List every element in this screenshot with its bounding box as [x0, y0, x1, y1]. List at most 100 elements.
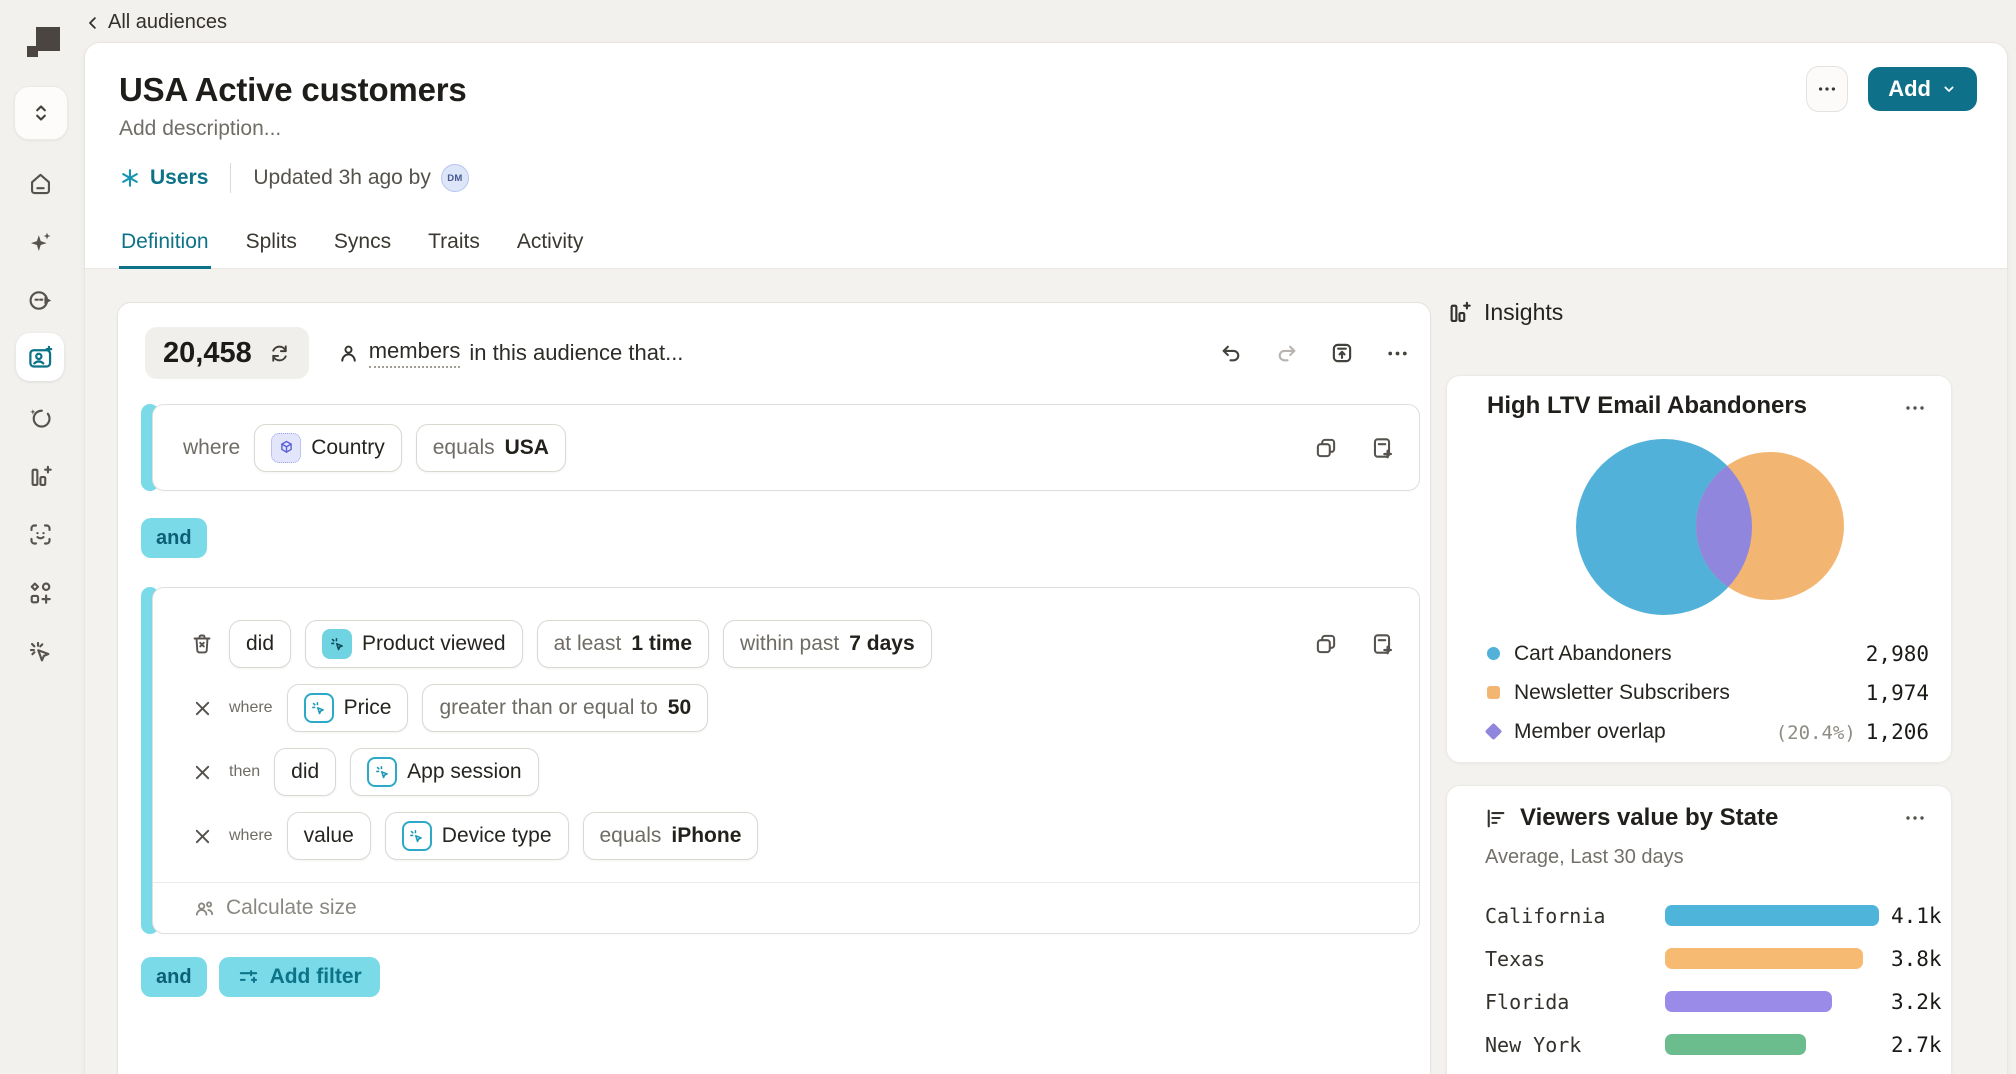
property-pill-price[interactable]: Price [287, 684, 409, 732]
frequency-pill[interactable]: at least 1 time [537, 620, 709, 668]
ellipsis-icon [1816, 78, 1838, 100]
keyword-where: where [229, 699, 273, 717]
bar-florida [1665, 991, 1832, 1012]
event-pill-product-viewed[interactable]: Product viewed [305, 620, 523, 668]
property-pill-country[interactable]: Country [254, 424, 402, 472]
undo-icon[interactable] [1219, 341, 1244, 366]
tab-syncs[interactable]: Syncs [332, 217, 393, 269]
window-prefix: within past [740, 632, 839, 656]
audience-builder-card: 20,458 members in this audience that... [117, 302, 1431, 1074]
bar-label: Texas [1485, 947, 1665, 971]
property-label: Country [311, 436, 385, 460]
bar-row: New York 2.7k [1485, 1023, 1931, 1066]
event-label: Product viewed [362, 632, 506, 656]
person-icon [337, 342, 360, 365]
sidebar-item-apps[interactable] [16, 569, 64, 617]
builder-toolbar [1219, 340, 1410, 366]
tab-activity[interactable]: Activity [515, 217, 586, 269]
card-more-icon[interactable] [1903, 396, 1927, 420]
bar-chart-plus-icon [27, 463, 54, 490]
remove-icon[interactable] [189, 826, 215, 847]
time-window-pill[interactable]: within past 7 days [723, 620, 932, 668]
members-dropdown[interactable]: members [369, 338, 461, 368]
builder-header: 20,458 members in this audience that... [118, 303, 1430, 403]
entity-badge[interactable]: Users [119, 166, 208, 190]
bar-card-subtitle: Average, Last 30 days [1485, 846, 1684, 869]
legend-row: Cart Abandoners 2,980 [1487, 634, 1929, 673]
did-label: did [246, 632, 274, 656]
copy-icon[interactable] [1313, 631, 1339, 657]
sidebar-item-sources[interactable] [16, 276, 64, 324]
subcondition-row-device-type: where value Device type equals iPhone [189, 808, 1395, 864]
duplicate-add-icon[interactable] [1369, 631, 1395, 657]
condition-row: where Country equals USA [183, 405, 566, 490]
chevrons-up-down-icon [28, 100, 54, 126]
avatar[interactable]: DM [441, 164, 469, 192]
value-label: value [304, 824, 354, 848]
bar-california [1665, 905, 1879, 926]
sidebar-item-ai-assistant[interactable] [16, 218, 64, 266]
people-icon [193, 897, 216, 920]
subcondition-row-app-session: then did App session [189, 744, 1395, 800]
apps-grid-plus-icon [27, 580, 54, 607]
trash-icon[interactable] [189, 632, 215, 656]
legend-marker-circle [1487, 647, 1500, 660]
workspace-switcher-button[interactable] [14, 86, 68, 140]
app-root: All audiences USA Active customers Add d… [0, 0, 2016, 1074]
state-bar-chart: California 4.1k Texas 3.8k Florida 3.2k [1485, 894, 1931, 1066]
sidebar-item-analytics[interactable] [16, 452, 64, 500]
duplicate-add-icon[interactable] [1369, 435, 1395, 461]
divider [230, 163, 231, 193]
page-title: USA Active customers [119, 71, 467, 109]
sidebar-item-identity-scan[interactable] [16, 510, 64, 558]
save-template-icon[interactable] [1329, 340, 1355, 366]
copy-icon[interactable] [1313, 435, 1339, 461]
cursor-click-icon [27, 639, 54, 666]
did-pill[interactable]: did [274, 748, 336, 796]
chevron-left-icon [84, 14, 102, 32]
tab-traits[interactable]: Traits [426, 217, 482, 269]
operator-pill[interactable]: equals USA [416, 424, 566, 472]
property-label: Device type [442, 824, 552, 848]
card-more-icon[interactable] [1903, 806, 1927, 830]
calculate-size-row[interactable]: Calculate size [153, 882, 1419, 933]
event-pill-app-session[interactable]: App session [350, 748, 538, 796]
sidebar-item-journeys[interactable] [16, 393, 64, 441]
operator-pill[interactable]: greater than or equal to 50 [422, 684, 708, 732]
sidebar-item-home[interactable] [16, 159, 64, 207]
tab-splits[interactable]: Splits [244, 217, 299, 269]
event-icon [322, 629, 352, 659]
add-filter-button[interactable]: Add filter [219, 957, 380, 997]
event-property-icon [402, 821, 432, 851]
tab-definition[interactable]: Definition [119, 217, 211, 269]
sidebar-item-audiences[interactable] [16, 333, 64, 381]
more-options-icon[interactable] [1385, 341, 1410, 366]
main-panel: USA Active customers Add description... … [84, 42, 2008, 1074]
redo-icon[interactable] [1274, 341, 1299, 366]
venn-legend: Cart Abandoners 2,980 Newsletter Subscri… [1487, 634, 1929, 751]
remove-icon[interactable] [189, 698, 215, 719]
remove-icon[interactable] [189, 762, 215, 783]
member-count: 20,458 [163, 337, 252, 370]
face-play-icon [27, 287, 54, 314]
frequency-value: 1 time [631, 632, 692, 656]
add-button[interactable]: Add [1868, 67, 1977, 111]
insights-header: Insights [1446, 299, 1563, 326]
did-label: did [291, 760, 319, 784]
operator-pill[interactable]: equals iPhone [583, 812, 759, 860]
did-pill[interactable]: did [229, 620, 291, 668]
and-connector[interactable]: and [141, 518, 207, 558]
sidebar-item-activation[interactable] [16, 628, 64, 676]
and-connector[interactable]: and [141, 957, 207, 997]
description-placeholder[interactable]: Add description... [119, 117, 281, 141]
value-pill[interactable]: value [287, 812, 371, 860]
page-more-button[interactable] [1806, 66, 1848, 112]
phrase-suffix: in this audience that... [469, 340, 683, 366]
property-pill-device-type[interactable]: Device type [385, 812, 569, 860]
updated-text: Updated 3h ago by [253, 166, 430, 190]
breadcrumb[interactable]: All audiences [84, 11, 227, 34]
refresh-icon[interactable] [268, 342, 291, 365]
sparkles-icon [27, 229, 54, 256]
top-actions: Add [1806, 66, 1977, 112]
add-filter-label: Add filter [270, 965, 362, 989]
